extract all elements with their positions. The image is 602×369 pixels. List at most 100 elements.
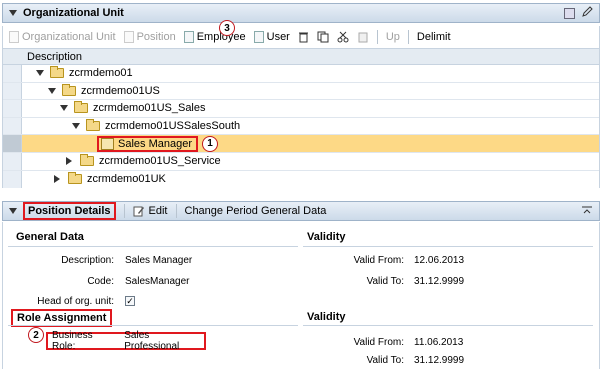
tree-row-label: zcrmdemo01UK	[87, 173, 166, 186]
folder-icon	[50, 66, 64, 79]
employee-icon	[183, 31, 194, 43]
new-org-unit-button[interactable]: Organizational Unit	[9, 31, 116, 43]
valid-from-label: Valid From:	[353, 337, 404, 348]
tree-row-label: zcrmdemo01	[69, 67, 133, 80]
copy-icon	[317, 31, 329, 43]
org-tree-table: Description zcrmdemo01 zcrmdemo01US zcrm…	[2, 48, 600, 189]
row-selector[interactable]	[3, 82, 22, 100]
edit-icon	[133, 206, 144, 217]
expand-icon[interactable]	[72, 123, 80, 130]
expand-icon[interactable]	[36, 70, 44, 77]
folder-icon	[74, 101, 88, 114]
row-selector[interactable]	[3, 152, 22, 170]
business-role-label: Business Role:	[52, 330, 93, 352]
up-button[interactable]: Up	[386, 31, 400, 43]
valid-to-label: Valid To:	[366, 355, 404, 366]
column-header-description[interactable]: Description	[3, 51, 82, 63]
change-period-button[interactable]: Change Period General Data	[185, 205, 327, 217]
org-unit-panel-title: Organizational Unit	[23, 7, 124, 19]
toolbar-separator	[376, 30, 378, 44]
valid-from-label: Valid From:	[353, 255, 404, 266]
minimize-icon[interactable]	[581, 205, 593, 218]
code-label: Code:	[87, 276, 114, 287]
valid-to-label: Valid To:	[366, 276, 404, 287]
callout-1: 1	[202, 135, 218, 152]
table-header: Description	[3, 49, 599, 65]
validity-title: Validity	[307, 231, 346, 243]
general-data-title: General Data	[16, 231, 84, 243]
divider	[303, 246, 593, 247]
tree-row[interactable]: zcrmdemo01	[3, 65, 599, 83]
validity-title: Validity	[307, 311, 346, 323]
position-icon	[101, 137, 114, 150]
copy-button[interactable]	[317, 31, 329, 43]
assign-employee-button[interactable]: Employee	[183, 31, 246, 43]
row-selector[interactable]	[3, 170, 22, 189]
delete-button[interactable]	[298, 31, 309, 43]
collapse-icon[interactable]	[9, 10, 17, 16]
collapsed-icon[interactable]	[66, 157, 72, 166]
personalize-icon[interactable]	[564, 7, 575, 19]
tree-row-label: zcrmdemo01US_Sales	[93, 102, 206, 115]
new-document-icon	[9, 31, 19, 43]
tree-row-label: zcrmdemo01USSalesSouth	[105, 120, 241, 133]
callout-3: 3	[219, 20, 235, 36]
business-role-value: Sales Professional	[124, 330, 180, 352]
org-unit-toolbar: Organizational Unit Position Employee Us…	[2, 26, 600, 48]
row-selector[interactable]	[3, 100, 22, 117]
new-document-icon	[123, 31, 134, 43]
folder-icon	[80, 154, 94, 167]
org-unit-panel-header: Organizational Unit	[2, 3, 600, 23]
paste-icon	[358, 32, 368, 43]
tree-row[interactable]: zcrmdemo01UK	[3, 170, 599, 189]
row-selector[interactable]	[3, 117, 22, 135]
cut-button[interactable]	[337, 31, 349, 43]
divider	[8, 325, 298, 326]
tree-row-label: zcrmdemo01US_Service	[99, 155, 221, 168]
divider	[303, 325, 593, 326]
row-selector[interactable]	[3, 135, 22, 152]
divider	[8, 246, 298, 247]
tree-row-label: zcrmdemo01US	[81, 84, 160, 97]
valid-from-value: 12.06.2013	[414, 255, 465, 266]
sales-manager-highlight: Sales Manager	[97, 135, 198, 152]
position-details-header: Position Details Edit Change Period Gene…	[2, 201, 600, 221]
folder-icon	[68, 172, 82, 185]
toolbar-separator	[407, 30, 409, 44]
delimit-button[interactable]: Delimit	[417, 31, 451, 43]
code-value: SalesManager	[125, 276, 190, 287]
expand-icon[interactable]	[60, 105, 68, 112]
business-role-highlight: Business Role: Sales Professional	[46, 330, 206, 352]
assign-user-button[interactable]: User	[253, 31, 290, 43]
scissors-icon	[337, 31, 349, 43]
user-icon	[253, 31, 264, 43]
position-details-title: Position Details	[23, 202, 116, 220]
trash-icon	[298, 32, 308, 43]
description-label: Description:	[61, 255, 114, 266]
folder-icon	[86, 119, 100, 132]
toolbar-separator	[175, 204, 177, 218]
collapsed-icon[interactable]	[54, 175, 60, 184]
folder-icon	[62, 83, 76, 96]
tree-row[interactable]: zcrmdemo01US	[3, 82, 599, 101]
tree-row-selected[interactable]: Sales Manager 1	[3, 135, 599, 153]
row-selector[interactable]	[3, 65, 22, 82]
edit-pencil-icon[interactable]	[581, 5, 593, 21]
valid-to-value: 31.12.9999	[414, 355, 465, 366]
paste-button[interactable]	[357, 31, 369, 43]
valid-to-value: 31.12.9999	[414, 276, 465, 287]
head-of-org-unit-label: Head of org. unit:	[37, 296, 114, 307]
expand-icon[interactable]	[48, 87, 56, 94]
tree-row[interactable]: zcrmdemo01US_Service	[3, 152, 599, 171]
edit-button[interactable]: Edit	[133, 205, 168, 217]
tree-row[interactable]: zcrmdemo01US_Sales	[3, 100, 599, 118]
tree-row[interactable]: zcrmdemo01USSalesSouth	[3, 117, 599, 136]
collapse-icon[interactable]	[9, 208, 17, 214]
toolbar-separator	[123, 204, 125, 218]
head-of-org-unit-checkbox[interactable]: ✓	[125, 295, 135, 307]
callout-2: 2	[28, 327, 44, 343]
description-value: Sales Manager	[125, 255, 193, 266]
new-position-button[interactable]: Position	[123, 31, 176, 43]
tree-row-label: Sales Manager	[118, 137, 192, 150]
valid-from-value: 11.06.2013	[414, 337, 464, 348]
